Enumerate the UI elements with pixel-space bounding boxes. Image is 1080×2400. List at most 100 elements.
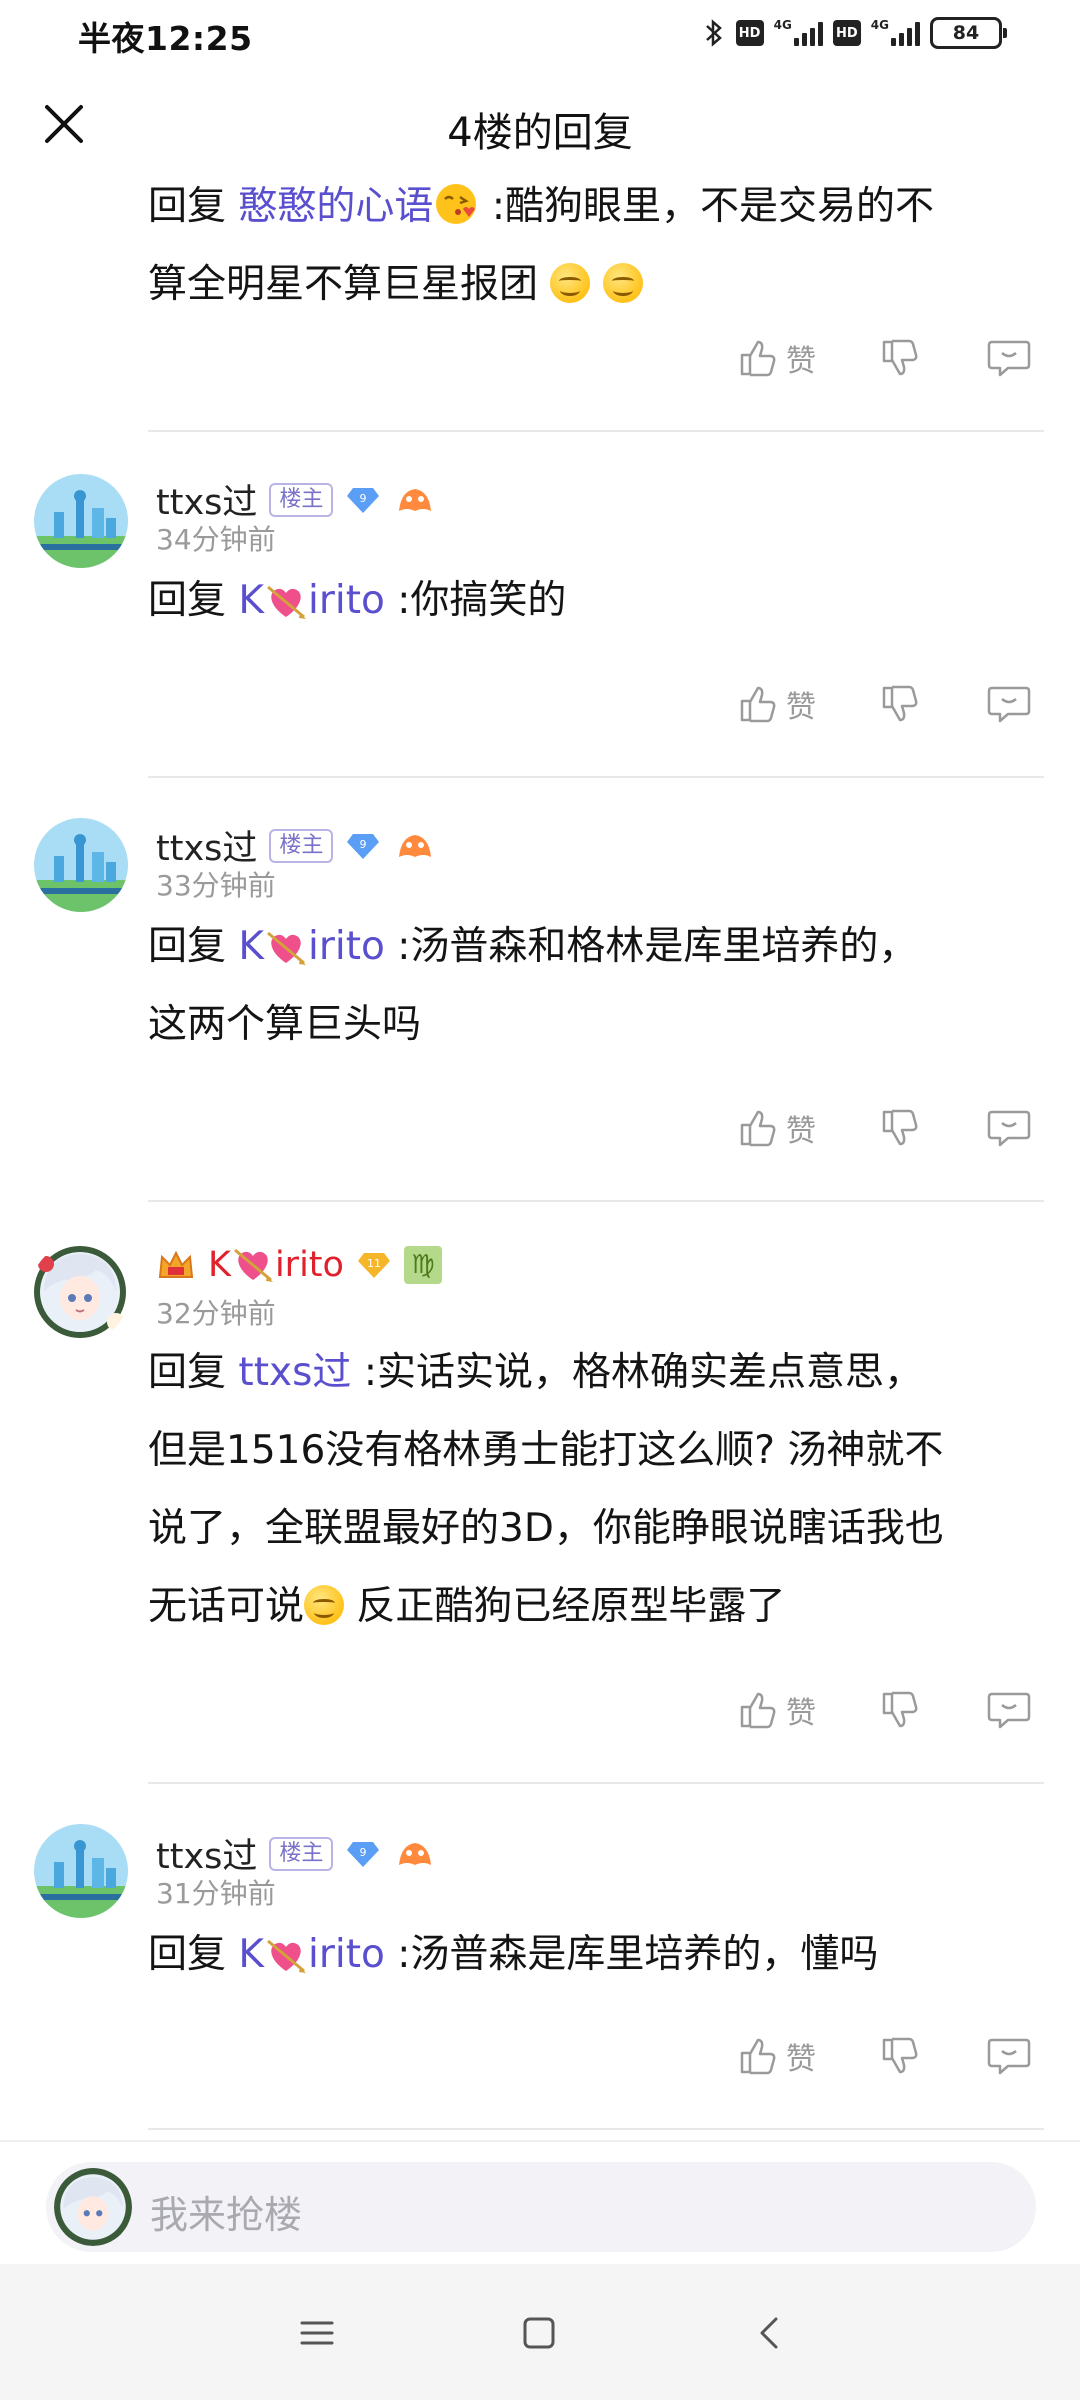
timestamp: 31分钟前 <box>156 1877 276 1910</box>
badge-icon <box>399 488 432 511</box>
svg-text:9: 9 <box>360 838 367 851</box>
like-label: 赞 <box>786 2042 816 2077</box>
timestamp: 34分钟前 <box>156 523 276 556</box>
thumbs-down-icon <box>882 339 918 376</box>
divider <box>148 1200 1044 1202</box>
comment-button[interactable] <box>986 2034 1032 2078</box>
hd-badge-2: HD <box>832 20 861 46</box>
back-button[interactable] <box>744 2308 794 2358</box>
heart-arrow-emoji-icon <box>267 931 306 965</box>
like-button[interactable]: 赞 <box>736 1688 816 1732</box>
like-label: 赞 <box>786 1114 816 1149</box>
reply-body: 回复 Kirito :汤普森是库里培养的，懂吗 <box>148 1916 1044 1994</box>
diamond-level-icon: 9 <box>347 833 380 859</box>
svg-text:9: 9 <box>360 1846 367 1859</box>
like-button[interactable]: 赞 <box>736 2034 816 2078</box>
comment-icon <box>987 1110 1031 1147</box>
owner-tag: 楼主 <box>269 828 334 863</box>
reply-to-user[interactable]: ttxs过 <box>238 1350 351 1395</box>
comment-button[interactable] <box>986 1106 1032 1150</box>
home-button[interactable] <box>514 2308 564 2358</box>
gold-diamond-level-icon: 11 <box>357 1252 390 1278</box>
owner-tag: 楼主 <box>269 1836 334 1871</box>
thumbs-down-icon <box>882 1109 918 1146</box>
back-chevron-icon <box>760 2317 778 2349</box>
network-label: 4G <box>773 18 792 32</box>
city-avatar-icon <box>34 818 128 912</box>
menu-button[interactable] <box>292 2308 342 2358</box>
page-title: 4楼的回复 <box>447 110 633 156</box>
dislike-button[interactable] <box>878 336 922 380</box>
city-avatar-icon <box>34 474 128 568</box>
reply-content: :酷狗眼里，不是交易的不 <box>491 184 934 229</box>
reply-content: :汤普森和格林是库里培养的， <box>397 924 918 969</box>
avatar[interactable] <box>34 818 128 912</box>
crown-icon <box>158 1250 194 1278</box>
grin-emoji-icon <box>304 1585 345 1625</box>
my-avatar <box>54 2168 132 2246</box>
reply-input[interactable]: 我来抢楼 <box>46 2162 1036 2252</box>
reply-to-user[interactable]: 憨憨的心语 <box>238 184 433 229</box>
like-button[interactable]: 赞 <box>736 1106 816 1150</box>
thumbs-up-icon <box>740 1110 776 1147</box>
reply-to-user[interactable]: Kirito <box>238 924 384 969</box>
home-square-icon <box>523 2317 555 2349</box>
reply-content-line2: 这两个算巨头吗 <box>148 1002 422 1047</box>
reply-content-line4: 无话可说 <box>148 1584 305 1629</box>
reply-text: 回复 Kirito :汤普森是库里培养的，懂吗 <box>148 1916 1044 1994</box>
comment-button[interactable] <box>986 682 1032 726</box>
dislike-button[interactable] <box>878 1688 922 1732</box>
reply-content-line2: 但是1516没有格林勇士能打这么顺? 汤神就不 <box>148 1428 944 1473</box>
reply-list[interactable]: 回复 憨憨的心语 :酷狗眼里，不是交易的不 算全明星不算巨星报团 赞 ttxs过… <box>0 174 1080 2140</box>
heart-arrow-emoji-icon <box>233 1248 273 1282</box>
avatar[interactable] <box>34 1824 128 1918</box>
username-kirito[interactable]: Kirito <box>208 1244 344 1285</box>
status-time: 半夜12:25 <box>78 19 253 58</box>
reply-body: 回复 Kirito :你搞笑的 <box>148 562 1044 640</box>
avatar[interactable] <box>30 1242 130 1342</box>
like-label: 赞 <box>786 1696 816 1731</box>
battery-icon: 84 <box>930 17 1007 49</box>
diamond-level-icon: 9 <box>347 1841 380 1867</box>
status-icons: HD 4G HD 4G 84 <box>702 16 1007 50</box>
badge-icon <box>399 834 432 857</box>
like-button[interactable]: 赞 <box>736 682 816 726</box>
comment-icon <box>987 686 1031 723</box>
dislike-button[interactable] <box>878 682 922 726</box>
reply-actions: 赞 <box>0 682 1080 742</box>
grin-emoji-icon <box>602 263 643 303</box>
comment-button[interactable] <box>986 336 1032 380</box>
like-button[interactable]: 赞 <box>736 336 816 380</box>
owner-tag: 楼主 <box>269 482 334 517</box>
avatar[interactable] <box>34 474 128 568</box>
heart-arrow-emoji-icon <box>267 1939 306 1973</box>
grin-emoji-icon <box>550 263 591 303</box>
timestamp: 33分钟前 <box>156 869 276 902</box>
anime-avatar-icon <box>34 1246 126 1338</box>
city-avatar-icon <box>34 1824 128 1918</box>
network-label-2: 4G <box>870 18 889 32</box>
badge-icon <box>399 1842 432 1865</box>
dislike-button[interactable] <box>878 1106 922 1150</box>
reply-to-user[interactable]: Kirito <box>238 578 384 623</box>
comment-icon <box>987 2038 1031 2075</box>
menu-icon <box>300 2321 334 2345</box>
dislike-button[interactable] <box>878 2034 922 2078</box>
thumbs-up-icon <box>740 1692 776 1729</box>
svg-text:11: 11 <box>367 1257 381 1270</box>
reply-actions: 赞 <box>0 2034 1080 2094</box>
reply-to-user[interactable]: Kirito <box>238 1932 384 1977</box>
thumbs-down-icon <box>882 685 918 722</box>
reply-content: :实话实说，格林确实差点意思， <box>363 1350 923 1395</box>
system-nav-bar <box>0 2264 1080 2400</box>
reply-prefix: 回复 <box>148 1932 227 1977</box>
signal-icon <box>793 20 823 46</box>
thumbs-down-icon <box>882 1691 918 1728</box>
like-label: 赞 <box>786 690 816 725</box>
bluetooth-icon <box>705 19 722 47</box>
reply-text: 回复 憨憨的心语 :酷狗眼里，不是交易的不 算全明星不算巨星报团 <box>148 174 1044 324</box>
diamond-level-icon: 9 <box>347 487 380 513</box>
comment-button[interactable] <box>986 1688 1032 1732</box>
header: 4楼的回复 <box>0 66 1080 186</box>
svg-text:9: 9 <box>360 492 367 505</box>
